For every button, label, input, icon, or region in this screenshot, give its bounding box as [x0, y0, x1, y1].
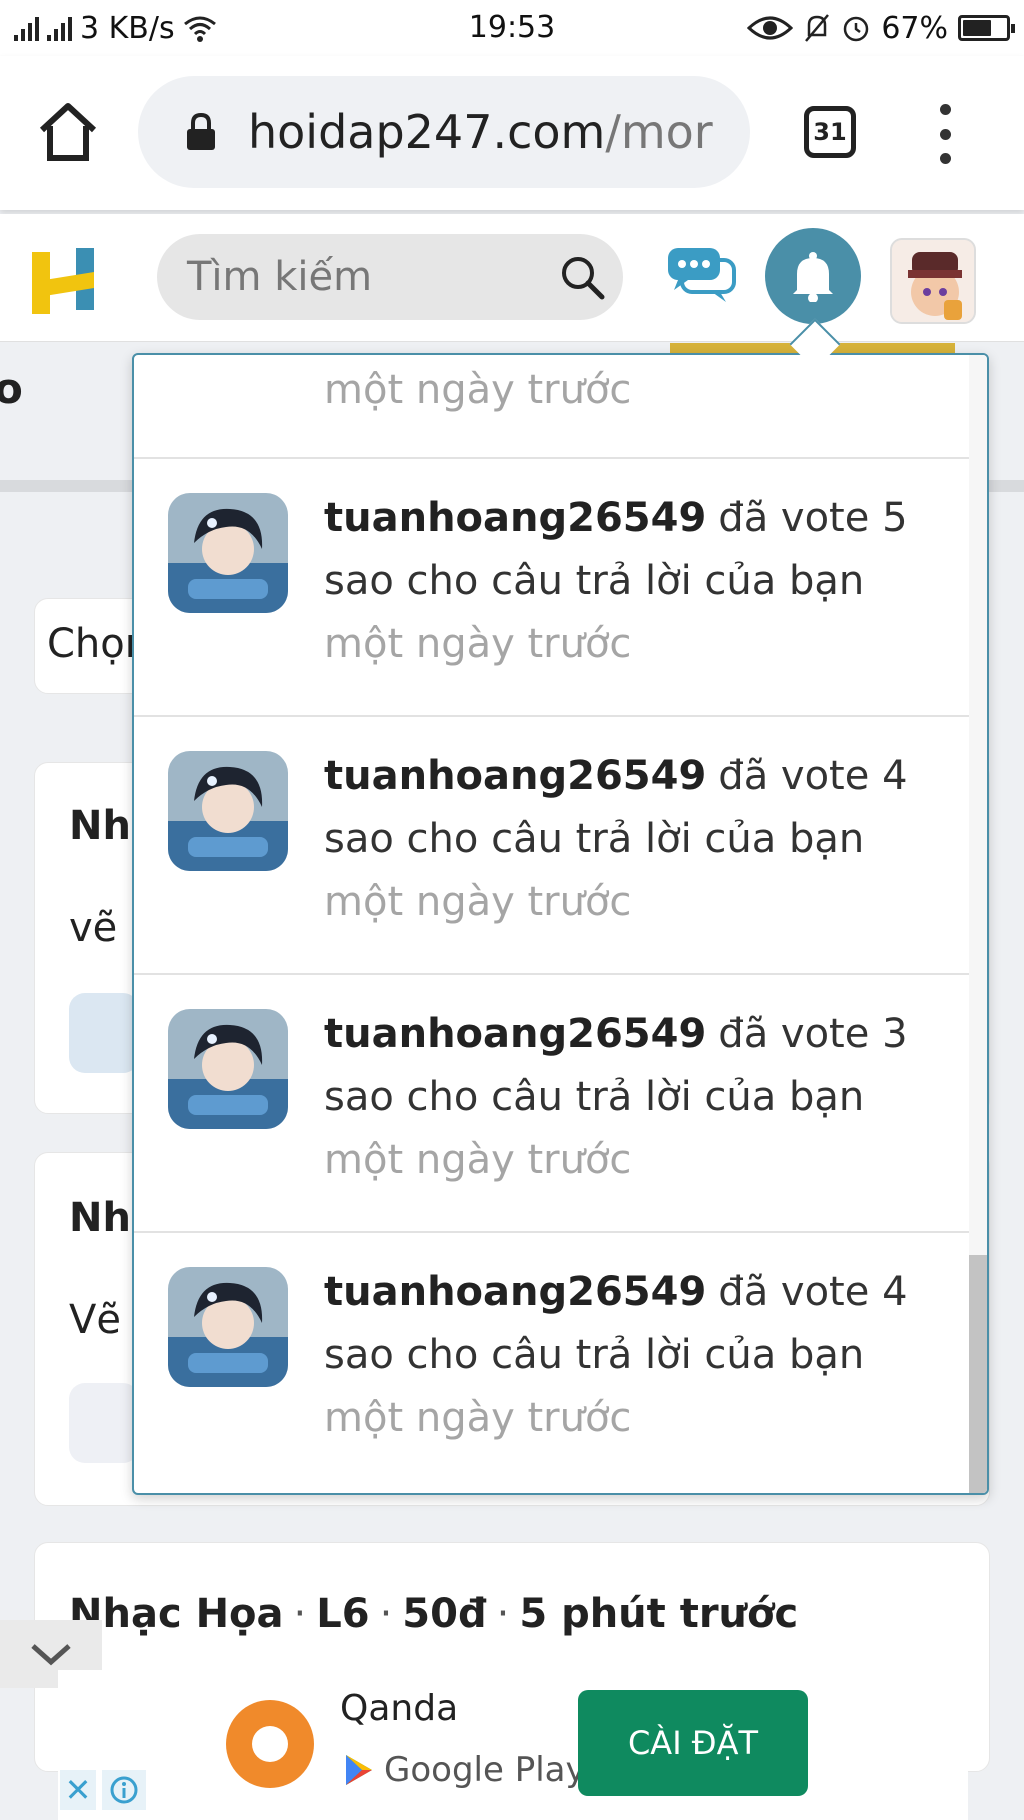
avatar-image — [168, 493, 288, 613]
app-logo — [226, 1700, 314, 1788]
url-host: hoidap247.com — [248, 105, 606, 159]
notification-time: một ngày trước — [324, 621, 632, 667]
store-name: Google Play — [384, 1750, 586, 1790]
notification-text: tuanhoang26549 đã vote 3 sao cho câu trả … — [324, 1003, 944, 1192]
overflow-menu-icon[interactable] — [930, 104, 960, 164]
notification-text: tuanhoang26549 đã vote 4 sao cho câu trả … — [324, 745, 944, 934]
close-ad-icon[interactable]: ✕ — [60, 1770, 96, 1810]
notification-username[interactable]: tuanhoang26549 — [324, 495, 706, 541]
notification-item[interactable]: tuanhoang26549 đã vote 4 sao cho câu trả … — [134, 717, 972, 975]
question-subject: Nh — [69, 803, 131, 849]
google-play-icon — [346, 1755, 372, 1785]
question-points: 50đ — [402, 1591, 487, 1637]
notification-username[interactable]: tuanhoang26549 — [324, 1011, 706, 1057]
ad-app-name: Qanda — [340, 1688, 459, 1729]
notification-username[interactable]: tuanhoang26549 — [324, 753, 706, 799]
question-text: Vẽ — [69, 1297, 121, 1343]
notification-text: tuanhoang26549 đã vote 5 sao cho câu trả … — [324, 487, 944, 676]
notification-item[interactable]: tuanhoang26549 đã vote 4 sao cho câu trả … — [134, 1233, 972, 1491]
notification-button[interactable] — [765, 228, 861, 324]
notification-time: một ngày trước — [324, 367, 632, 413]
status-bar: 3 KB/s 19:53 67% — [0, 0, 1024, 56]
tab-switcher-button[interactable]: 31 — [804, 106, 856, 158]
notification-dropdown[interactable]: một ngày trước tuanhoang26549 đã vote 5 s… — [132, 353, 989, 1495]
browser-toolbar: hoidap247.com/mor 31 — [0, 56, 1024, 210]
notification-time: một ngày trước — [324, 879, 632, 925]
notification-avatar[interactable] — [168, 493, 288, 613]
site-logo[interactable] — [30, 246, 98, 316]
notification-avatar[interactable] — [168, 751, 288, 871]
notification-time: một ngày trước — [324, 1395, 632, 1441]
notification-item[interactable]: một ngày trước — [134, 355, 972, 459]
avatar-image — [168, 1267, 288, 1387]
search-icon[interactable] — [559, 254, 605, 300]
notification-text: tuanhoang26549 đã vote 4 sao cho câu trả … — [324, 1261, 944, 1450]
notification-item[interactable]: tuanhoang26549 đã vote 3 sao cho câu trả … — [134, 975, 972, 1233]
avatar-image — [168, 1009, 288, 1129]
notification-avatar[interactable] — [168, 1009, 288, 1129]
home-icon[interactable] — [36, 100, 100, 164]
scrollbar-thumb[interactable] — [969, 1255, 987, 1493]
avatar[interactable] — [69, 1383, 139, 1463]
notification-item[interactable]: tuanhoang26549 đã vote 5 sao cho câu trả … — [134, 459, 972, 717]
notification-username[interactable]: tuanhoang26549 — [324, 1269, 706, 1315]
clock: 19:53 — [468, 10, 556, 45]
question-grade: L6 — [316, 1591, 370, 1637]
store-badge: Google Play — [344, 1750, 586, 1790]
user-avatar[interactable] — [890, 238, 976, 324]
install-button[interactable]: CÀI ĐẶT — [578, 1690, 808, 1796]
scrollbar[interactable] — [969, 355, 987, 1493]
battery-icon — [958, 15, 1015, 41]
lock-icon — [187, 113, 215, 150]
ad-info-icon[interactable] — [102, 1770, 146, 1810]
search-placeholder: Tìm kiếm — [187, 254, 373, 300]
ad-banner[interactable]: Qanda Google Play CÀI ĐẶT — [58, 1670, 968, 1820]
question-subject: Nh — [69, 1195, 131, 1241]
notification-avatar[interactable] — [168, 1267, 288, 1387]
bell-icon — [793, 252, 833, 302]
question-meta: Nhạc Họa · L6 · 50đ · 5 phút trước — [69, 1591, 799, 1637]
site-header: Tìm kiếm — [0, 214, 1024, 342]
chevron-down-icon — [31, 1644, 71, 1666]
chat-icon[interactable] — [664, 244, 738, 304]
page-title-fragment: o — [0, 364, 23, 413]
search-input[interactable]: Tìm kiếm — [157, 234, 623, 320]
question-time: 5 phút trước — [519, 1591, 799, 1637]
avatar-image — [892, 240, 974, 322]
notification-time: một ngày trước — [324, 1137, 632, 1183]
avatar-image — [168, 751, 288, 871]
url-path: /mor — [605, 105, 713, 159]
url-bar[interactable]: hoidap247.com/mor — [138, 76, 750, 188]
avatar[interactable] — [69, 993, 139, 1073]
